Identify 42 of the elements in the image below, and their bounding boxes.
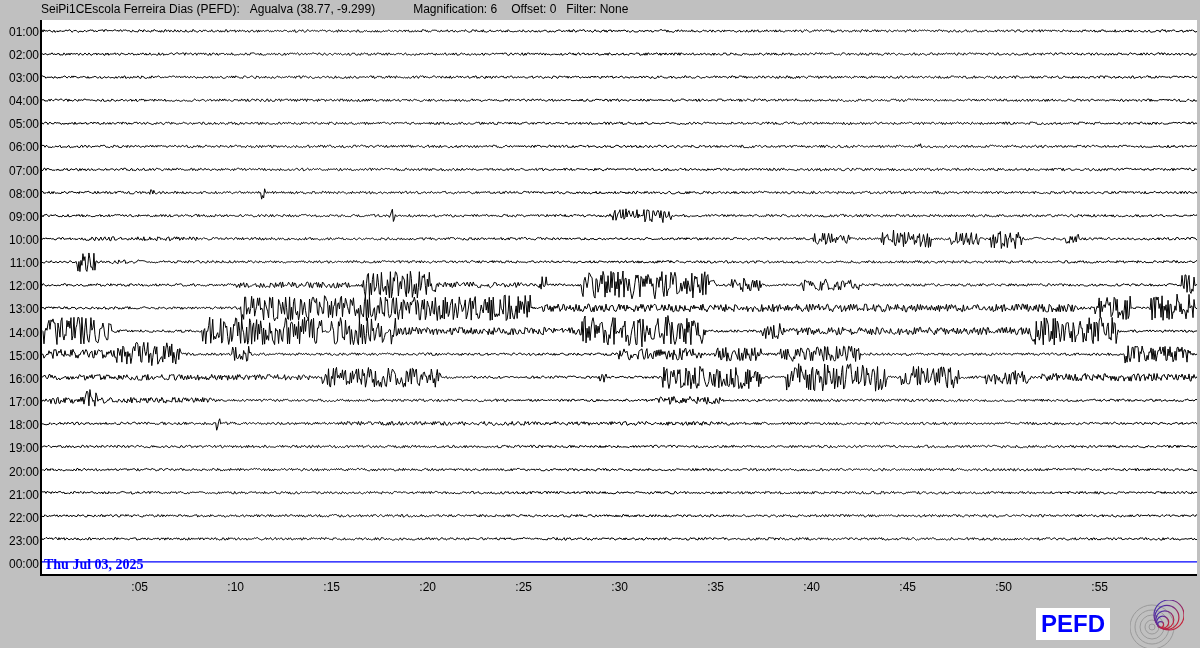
hour-label: 03:00 bbox=[8, 71, 39, 84]
station-badge: PEFD bbox=[1036, 608, 1110, 640]
magnification-label: Magnification: 6 bbox=[413, 1, 498, 18]
hour-label: 08:00 bbox=[8, 187, 39, 200]
hour-label: 15:00 bbox=[8, 349, 39, 362]
minute-tick-label: :05 bbox=[131, 579, 148, 596]
hour-label: 14:00 bbox=[8, 326, 39, 339]
hour-label: 02:00 bbox=[8, 48, 39, 61]
minute-tick-label: :45 bbox=[899, 579, 916, 596]
minute-tick-label: :50 bbox=[995, 579, 1012, 596]
hour-label: 04:00 bbox=[8, 95, 39, 108]
minute-tick-label: :40 bbox=[803, 579, 820, 596]
minute-tick-label: :10 bbox=[227, 579, 244, 596]
hour-label: 13:00 bbox=[8, 303, 39, 316]
station-name: SeiPi1CEscola Ferreira Dias (PEFD): bbox=[41, 1, 240, 18]
hour-label: 16:00 bbox=[8, 372, 39, 385]
hour-label: 22:00 bbox=[8, 511, 39, 524]
hour-label: 18:00 bbox=[8, 419, 39, 432]
hour-label: 19:00 bbox=[8, 442, 39, 455]
minute-tick-label: :55 bbox=[1091, 579, 1108, 596]
hour-label: 10:00 bbox=[8, 234, 39, 246]
hour-label: 21:00 bbox=[8, 488, 39, 501]
hour-label: 23:00 bbox=[8, 535, 39, 547]
minute-tick-label: :15 bbox=[323, 579, 340, 596]
hour-label: 07:00 bbox=[8, 164, 39, 177]
hour-label: 06:00 bbox=[8, 141, 39, 154]
minute-tick-label: :35 bbox=[707, 579, 724, 596]
minute-tick-label: :25 bbox=[515, 579, 532, 596]
hour-label: 12:00 bbox=[8, 280, 39, 293]
hour-label: 00:00 bbox=[8, 558, 39, 571]
hour-label: 09:00 bbox=[8, 210, 39, 223]
hour-label: 01:00 bbox=[8, 25, 39, 38]
minute-tick-label: :30 bbox=[611, 579, 628, 596]
minute-tick-label: :20 bbox=[419, 579, 436, 596]
station-location: Agualva (38.77, -9.299) bbox=[249, 1, 376, 18]
hour-label: 11:00 bbox=[9, 257, 39, 270]
offset-label: Offset: 0 bbox=[511, 1, 557, 18]
hour-label: 20:00 bbox=[8, 465, 39, 478]
filter-label: Filter: None bbox=[566, 1, 629, 18]
ripple-logo-icon bbox=[1130, 600, 1184, 648]
hour-label: 17:00 bbox=[8, 396, 39, 409]
hour-label: 05:00 bbox=[8, 118, 39, 131]
